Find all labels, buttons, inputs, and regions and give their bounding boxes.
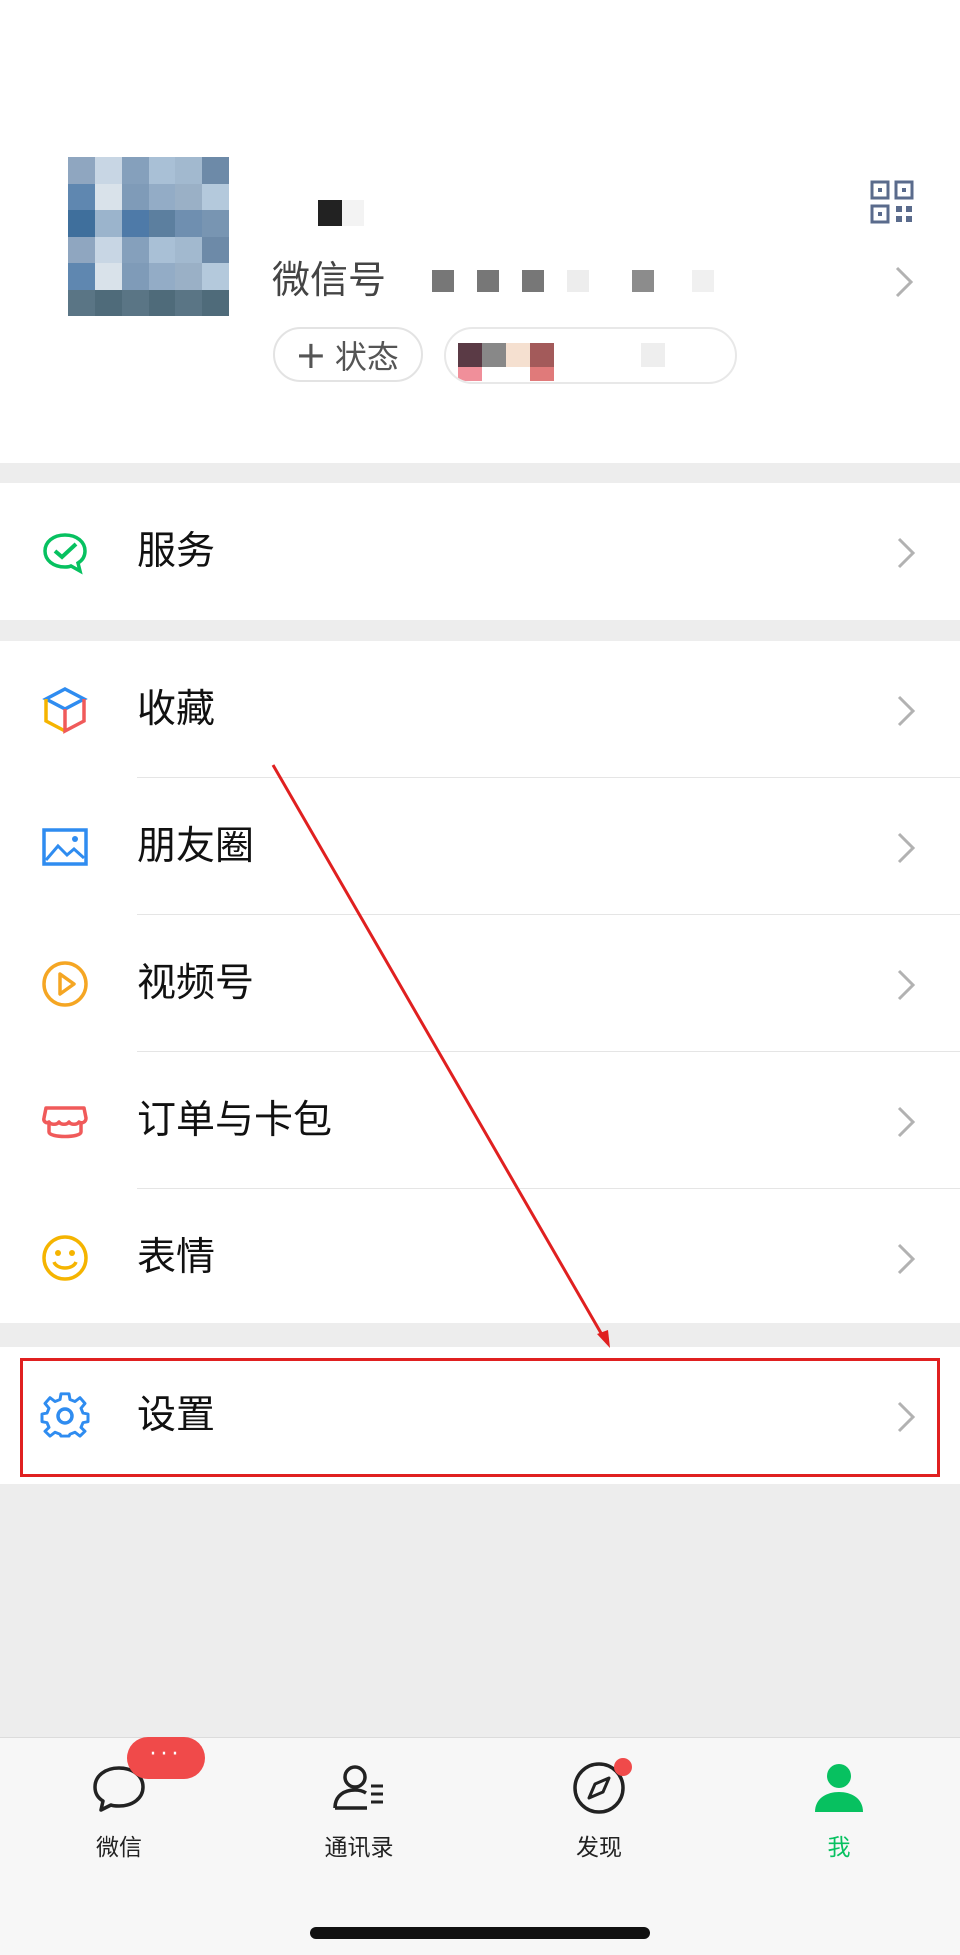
favorites-cube-icon: [42, 687, 88, 734]
menu-item-settings[interactable]: 设置: [0, 1347, 960, 1484]
tab-contacts[interactable]: 通讯录: [259, 1738, 459, 1888]
menu-label-stickers: 表情: [137, 1235, 216, 1280]
tab-label-me: 我: [827, 1835, 851, 1861]
services-section: 服务: [0, 483, 960, 620]
tab-me[interactable]: 我: [739, 1738, 939, 1888]
channels-play-icon: [42, 961, 88, 1007]
chevron-right-icon: [897, 969, 916, 1001]
menu-label-channels: 视频号: [137, 961, 255, 1006]
menu-item-channels[interactable]: 视频号: [0, 915, 960, 1052]
chevron-right-icon: [897, 1106, 916, 1138]
moments-image-icon: [42, 828, 88, 866]
menu-item-favorites[interactable]: 收藏: [0, 641, 960, 778]
contacts-icon: [333, 1765, 383, 1810]
avatar[interactable]: [68, 157, 229, 316]
chevron-right-icon: [897, 1401, 916, 1433]
services-icon: [43, 533, 87, 575]
menu-item-stickers[interactable]: 表情: [0, 1189, 960, 1326]
chevron-right-icon: [895, 266, 914, 298]
menu-label-settings: 设置: [137, 1393, 216, 1438]
menu-label-services: 服务: [137, 529, 216, 574]
tab-label-contacts: 通讯录: [324, 1835, 394, 1861]
profile-header[interactable]: 微信号 + 状态: [0, 0, 960, 463]
menu-label-moments: 朋友圈: [137, 824, 255, 869]
wechat-id-label: 微信号: [272, 258, 387, 302]
tab-label-discover: 发现: [576, 1835, 622, 1861]
wechat-id-row[interactable]: 微信号: [272, 256, 952, 304]
friend-status-blurred[interactable]: [444, 327, 737, 384]
tab-label-chats: 微信: [96, 1835, 142, 1861]
gear-icon: [40, 1392, 90, 1438]
settings-section: 设置: [0, 1347, 960, 1484]
menu-item-orders-cards[interactable]: 订单与卡包: [0, 1052, 960, 1189]
discover-badge-dot: [614, 1758, 632, 1776]
menu-item-services[interactable]: 服务: [0, 483, 960, 620]
menu-label-orders-cards: 订单与卡包: [137, 1098, 333, 1143]
nickname-blurred: [318, 200, 364, 226]
chevron-right-icon: [897, 695, 916, 727]
person-icon: [815, 1764, 863, 1812]
status-button[interactable]: + 状态: [273, 327, 423, 382]
orders-shop-icon: [42, 1106, 88, 1139]
chevron-right-icon: [897, 832, 916, 864]
plus-icon: +: [295, 332, 327, 377]
chevron-right-icon: [897, 1243, 916, 1275]
sticker-smile-icon: [42, 1235, 88, 1281]
chevron-right-icon: [897, 537, 916, 569]
status-label: 状态: [334, 337, 399, 376]
qr-code-icon[interactable]: [870, 180, 914, 224]
wechat-id-blurred: [432, 270, 960, 292]
menu-item-moments[interactable]: 朋友圈: [0, 778, 960, 915]
tab-discover[interactable]: 发现: [499, 1738, 699, 1888]
features-section: 收藏 朋友圈 视频号 订单与卡包 表情: [0, 641, 960, 1323]
menu-label-favorites: 收藏: [137, 687, 216, 732]
chats-unread-badge: ···: [127, 1737, 205, 1779]
home-indicator[interactable]: [310, 1927, 650, 1939]
